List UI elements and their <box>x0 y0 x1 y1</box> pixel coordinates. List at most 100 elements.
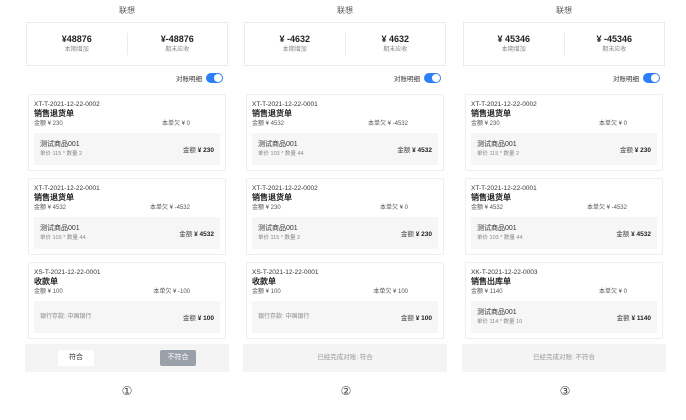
line-item-name: 测试商品001 <box>477 224 517 232</box>
line-item-amount: 金额 ¥ 230 <box>619 147 651 154</box>
line-item-name: 测试商品001 <box>477 308 517 316</box>
document-amount: 金额 ¥ 4532 <box>252 121 285 127</box>
document-card[interactable]: XT-T-2021-12-22-0001 销售退货单 金额 ¥ 4532 本单欠… <box>28 178 226 255</box>
document-amount: 金额 ¥ 100 <box>34 289 63 295</box>
line-item: 测试商品001 单价 115 * 数量 2 金额 ¥ 230 <box>252 217 438 249</box>
line-item: 测试商品001 单价 103 * 数量 44 金额 ¥ 4532 <box>34 217 220 249</box>
document-code: XT-T-2021-12-22-0001 <box>34 185 100 192</box>
increase-label: 本期增加 <box>282 47 307 53</box>
line-item-meta: 单价 115 * 数量 2 <box>258 234 301 241</box>
line-item-name: 银行存款: 中国银行 <box>40 314 92 320</box>
detail-toggle-switch[interactable] <box>643 73 660 83</box>
document-amount-row: 金额 ¥ 230 本单欠 ¥ 0 <box>34 119 220 129</box>
document-outstanding: 本单欠 ¥ 0 <box>598 289 627 295</box>
document-outstanding: 本单欠 ¥ -4532 <box>367 121 408 127</box>
receivable-label: 期末应收 <box>383 47 408 53</box>
match-button[interactable]: 符合 <box>58 350 94 366</box>
summary-panel: ¥ 45346 本期增加 ¥ -45346 期末应收 <box>463 22 665 66</box>
document-card[interactable]: XS-T-2021-12-22-0001 收款单 金额 ¥ 100 本单欠 ¥ … <box>246 262 444 339</box>
line-item: 银行存款: 中国银行 金额 ¥ 100 <box>34 301 220 333</box>
document-type: 收款单 <box>252 277 276 286</box>
line-item-meta: 单价 115 * 数量 2 <box>477 150 520 157</box>
detail-toggle-switch[interactable] <box>206 73 223 83</box>
document-amount: 金额 ¥ 1140 <box>471 289 503 295</box>
line-item-amount: 金额 ¥ 4532 <box>397 147 432 154</box>
document-outstanding: 本单欠 ¥ 0 <box>379 205 408 211</box>
document-amount-row: 金额 ¥ 230 本单欠 ¥ 0 <box>252 203 438 213</box>
line-item-meta: 单价 115 * 数量 2 <box>40 150 83 157</box>
line-item-name: 测试商品001 <box>40 224 80 232</box>
summary-increase: ¥48876 本期增加 <box>27 33 127 55</box>
line-item-name: 测试商品001 <box>40 140 80 148</box>
document-card[interactable]: XT-T-2021-12-22-0002 销售退货单 金额 ¥ 230 本单欠 … <box>465 94 663 171</box>
document-card[interactable]: XT-T-2021-12-22-0002 销售退货单 金额 ¥ 230 本单欠 … <box>28 94 226 171</box>
line-item-amount: 金额 ¥ 230 <box>182 147 214 154</box>
document-amount-row: 金额 ¥ 100 本单欠 ¥ 100 <box>252 287 438 297</box>
receivable-value: ¥-48876 <box>160 34 194 44</box>
receivable-value: ¥ -45346 <box>596 34 633 44</box>
document-type: 销售退货单 <box>252 193 292 202</box>
detail-toggle-switch[interactable] <box>424 73 441 83</box>
document-outstanding: 本单欠 ¥ -4532 <box>149 205 190 211</box>
increase-value: ¥ 45346 <box>497 34 531 44</box>
page-title: 联想 <box>556 6 572 15</box>
line-item-amount: 金额 ¥ 100 <box>182 315 214 322</box>
document-amount: 金额 ¥ 230 <box>34 121 63 127</box>
line-item-amount: 金额 ¥ 4532 <box>616 231 651 238</box>
reconcile-status: 已经完成对账: 不符合 <box>462 344 666 372</box>
line-item: 测试商品001 单价 103 * 数量 44 金额 ¥ 4532 <box>252 133 438 165</box>
line-item-meta: 单价 103 * 数量 44 <box>258 150 304 157</box>
summary-increase: ¥ -4632 本期增加 <box>245 33 345 55</box>
document-type: 销售退货单 <box>34 109 74 118</box>
document-code: XT-T-2021-12-22-0001 <box>252 101 318 108</box>
line-item-meta: 单价 103 * 数量 44 <box>477 234 523 241</box>
document-amount-row: 金额 ¥ 100 本单欠 ¥ -100 <box>34 287 220 297</box>
page-title: 联想 <box>119 6 135 15</box>
line-item-amount: 金额 ¥ 4532 <box>179 231 214 238</box>
document-outstanding: 本单欠 ¥ -4532 <box>586 205 627 211</box>
detail-toggle-label: 对账明细 <box>613 76 639 83</box>
screen-3: 联想 ¥ 45346 本期增加 ¥ -45346 期末应收 对账明细 XT-T-… <box>462 0 666 372</box>
line-item-amount: 金额 ¥ 230 <box>400 231 432 238</box>
document-list: XT-T-2021-12-22-0002 销售退货单 金额 ¥ 230 本单欠 … <box>25 94 229 339</box>
reconcile-status: 已经完成对账: 符合 <box>243 344 447 372</box>
document-amount-row: 金额 ¥ 4532 本单欠 ¥ -4532 <box>471 203 657 213</box>
document-amount-row: 金额 ¥ 230 本单欠 ¥ 0 <box>471 119 657 129</box>
document-list: XT-T-2021-12-22-0001 销售退货单 金额 ¥ 4532 本单欠… <box>243 94 447 339</box>
mismatch-button[interactable]: 不符合 <box>160 350 196 366</box>
line-item: 测试商品001 单价 114 * 数量 10 金额 ¥ 1140 <box>471 301 657 333</box>
document-type: 销售退货单 <box>34 193 74 202</box>
document-code: XK-T-2021-12-22-0003 <box>471 269 538 276</box>
document-code: XS-T-2021-12-22-0001 <box>34 269 101 276</box>
increase-label: 本期增加 <box>501 47 526 53</box>
line-item-meta: 单价 103 * 数量 44 <box>40 234 86 241</box>
document-card[interactable]: XK-T-2021-12-22-0003 销售出库单 金额 ¥ 1140 本单欠… <box>465 262 663 339</box>
document-card[interactable]: XT-T-2021-12-22-0002 销售退货单 金额 ¥ 230 本单欠 … <box>246 178 444 255</box>
detail-toggle-row: 对账明细 <box>25 70 229 86</box>
line-item-name: 银行存款: 中国银行 <box>258 314 310 320</box>
document-card[interactable]: XT-T-2021-12-22-0001 销售退货单 金额 ¥ 4532 本单欠… <box>465 178 663 255</box>
document-amount: 金额 ¥ 4532 <box>34 205 67 211</box>
document-card[interactable]: XT-T-2021-12-22-0001 销售退货单 金额 ¥ 4532 本单欠… <box>246 94 444 171</box>
document-type: 销售退货单 <box>252 109 292 118</box>
document-type: 销售退货单 <box>471 109 511 118</box>
document-list: XT-T-2021-12-22-0002 销售退货单 金额 ¥ 230 本单欠 … <box>462 94 666 339</box>
line-item-name: 测试商品001 <box>477 140 517 148</box>
document-card[interactable]: XS-T-2021-12-22-0001 收款单 金额 ¥ 100 本单欠 ¥ … <box>28 262 226 339</box>
line-item-amount: 金额 ¥ 100 <box>400 315 432 322</box>
line-item: 银行存款: 中国银行 金额 ¥ 100 <box>252 301 438 333</box>
summary-panel: ¥ -4632 本期增加 ¥ 4632 期末应收 <box>244 22 446 66</box>
summary-receivable: ¥ 4632 期末应收 <box>344 33 446 55</box>
screen-2: 联想 ¥ -4632 本期增加 ¥ 4632 期末应收 对账明细 XT-T-20… <box>243 0 447 372</box>
document-type: 销售出库单 <box>471 277 511 286</box>
document-type: 销售退货单 <box>471 193 511 202</box>
document-amount-row: 金额 ¥ 1140 本单欠 ¥ 0 <box>471 287 657 297</box>
document-code: XT-T-2021-12-22-0002 <box>34 101 100 108</box>
receivable-value: ¥ 4632 <box>381 34 410 44</box>
detail-toggle-label: 对账明细 <box>394 76 420 83</box>
document-outstanding: 本单欠 ¥ 0 <box>161 121 190 127</box>
action-bar: 符合 不符合 <box>25 344 229 372</box>
document-outstanding: 本单欠 ¥ 100 <box>373 289 408 295</box>
detail-toggle-row: 对账明细 <box>462 70 666 86</box>
document-amount: 金额 ¥ 100 <box>252 289 281 295</box>
